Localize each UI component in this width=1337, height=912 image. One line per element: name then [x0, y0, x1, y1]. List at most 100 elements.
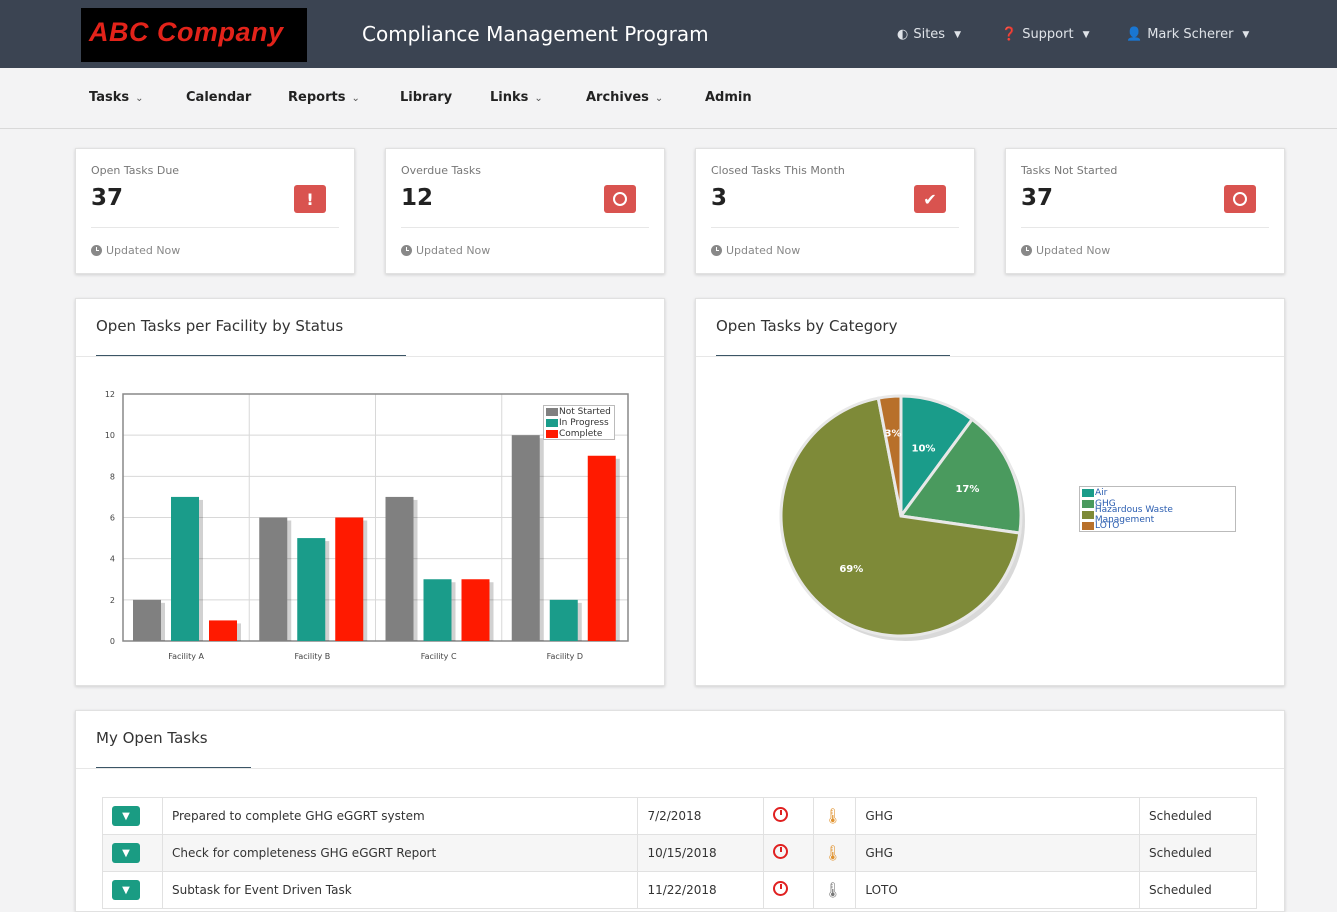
thermometer-icon: 🌡 — [823, 807, 843, 825]
task-status: Scheduled — [1139, 797, 1257, 835]
clock-icon — [773, 844, 789, 859]
legend-swatch — [546, 418, 558, 427]
priority-cell: 🌡 — [813, 797, 857, 835]
bar-in-progress — [297, 538, 326, 641]
divider — [91, 227, 339, 228]
nav-calendar[interactable]: Calendar — [186, 90, 251, 105]
open-tasks-panel: My Open Tasks ▼ Prepared to complete GHG… — [75, 710, 1285, 912]
x-tick-label: Facility B — [295, 652, 331, 661]
task-category: LOTO — [855, 871, 1140, 909]
table-row[interactable]: ▼ Prepared to complete GHG eGGRT system … — [102, 797, 1257, 835]
nav-label: Admin — [705, 90, 752, 105]
pie-slice-label: 69% — [839, 564, 863, 575]
app-title: Compliance Management Program — [362, 22, 709, 46]
stat-card-open-due: Open Tasks Due 37 ! Updated Now — [75, 148, 355, 274]
pie-slice-label: 10% — [911, 444, 935, 455]
stat-value: 12 — [401, 185, 434, 211]
legend-item[interactable]: Hazardous Waste Management — [1080, 505, 1235, 525]
divider — [401, 227, 649, 228]
nav-links[interactable]: Links ⌄ — [490, 90, 543, 105]
thermometer-icon: 🌡 — [823, 881, 843, 899]
legend-label: Complete — [559, 428, 603, 439]
bar-complete — [587, 455, 616, 641]
y-tick-label: 6 — [110, 514, 115, 523]
company-logo[interactable]: ABC Company — [81, 8, 307, 62]
panel-title: My Open Tasks — [96, 729, 208, 747]
legend-swatch — [1082, 488, 1094, 497]
x-tick-label: Facility A — [168, 652, 204, 661]
nav-reports[interactable]: Reports ⌄ — [288, 90, 360, 105]
y-tick-label: 8 — [110, 472, 115, 481]
globe-icon: ◐ — [897, 27, 909, 42]
task-name[interactable]: Subtask for Event Driven Task — [161, 871, 639, 909]
priority-cell: 🌡 — [813, 834, 857, 872]
sites-menu[interactable]: ◐ Sites ▼ — [897, 27, 961, 42]
bar-not-started — [385, 496, 414, 641]
updated-text: Updated Now — [1036, 244, 1111, 257]
task-name[interactable]: Check for completeness GHG eGGRT Report — [161, 834, 639, 872]
table-row[interactable]: ▼ Check for completeness GHG eGGRT Repor… — [102, 834, 1257, 872]
chevron-down-icon: ⌄ — [654, 93, 664, 104]
bar-complete — [209, 620, 237, 641]
legend-item[interactable]: Air — [1080, 487, 1235, 498]
updated-text: Updated Now — [416, 244, 491, 257]
legend-label: LOTO — [1095, 520, 1120, 531]
stat-card-overdue: Overdue Tasks 12 Updated Now — [385, 148, 665, 274]
x-tick-label: Facility D — [547, 652, 583, 661]
legend-item: In Progress — [544, 417, 614, 428]
support-menu[interactable]: ❓ Support ▼ — [1001, 27, 1090, 42]
row-dropdown-button[interactable]: ▼ — [112, 880, 140, 900]
nav-label: Reports — [288, 90, 346, 105]
exclamation-icon: ! — [294, 185, 326, 213]
table-row[interactable]: ▼ Subtask for Event Driven Task 11/22/20… — [102, 871, 1257, 909]
task-category: GHG — [855, 797, 1140, 835]
bar-in-progress — [171, 496, 199, 641]
stat-value: 3 — [711, 185, 728, 211]
chevron-down-icon: ⌄ — [351, 93, 360, 104]
chevron-down-icon: ⌄ — [534, 93, 543, 104]
task-name[interactable]: Prepared to complete GHG eGGRT system — [161, 797, 639, 835]
task-date: 11/22/2018 — [637, 871, 765, 909]
nav-library[interactable]: Library — [400, 90, 452, 105]
bar-in-progress — [423, 579, 452, 641]
bar-legend: Not Started In Progress Complete — [543, 405, 615, 440]
user-icon: 👤 — [1126, 27, 1143, 42]
clock-icon — [91, 245, 102, 256]
nav-archives[interactable]: Archives ⌄ — [586, 90, 663, 105]
bar-not-started — [259, 517, 288, 641]
pie-legend: Air GHG Hazardous Waste Management LOTO — [1079, 486, 1236, 532]
bar-chart-panel: Open Tasks per Facility by Status 024681… — [75, 298, 665, 686]
bar-complete — [461, 579, 490, 641]
row-dropdown-button[interactable]: ▼ — [112, 806, 140, 826]
stat-card-not-started: Tasks Not Started 37 Updated Now — [1005, 148, 1285, 274]
task-status: Scheduled — [1139, 834, 1257, 872]
y-tick-label: 10 — [105, 431, 115, 440]
stat-label: Closed Tasks This Month — [711, 164, 845, 177]
divider — [76, 768, 1284, 769]
bar-in-progress — [549, 599, 578, 641]
y-tick-label: 2 — [110, 596, 115, 605]
stat-value: 37 — [1021, 185, 1054, 211]
nav-admin[interactable]: Admin — [705, 90, 752, 105]
legend-swatch — [546, 407, 558, 416]
main-nav: Tasks ⌄ Calendar Reports ⌄ Library Links ⌄ … — [0, 68, 1337, 129]
pie-slice-label: 3% — [885, 428, 902, 439]
updated-text: Updated Now — [106, 244, 181, 257]
nav-tasks[interactable]: Tasks ⌄ — [89, 90, 143, 105]
row-dropdown-button[interactable]: ▼ — [112, 843, 140, 863]
sites-label: Sites — [913, 27, 946, 42]
legend-item: Not Started — [544, 406, 614, 417]
overdue-cell — [763, 834, 815, 872]
nav-label: Links — [490, 90, 529, 105]
divider — [1021, 227, 1269, 228]
updated-status: Updated Now — [711, 244, 800, 257]
overdue-cell — [763, 797, 815, 835]
stat-value: 37 — [91, 185, 124, 211]
row-action-cell: ▼ — [102, 834, 163, 872]
task-date: 10/15/2018 — [637, 834, 765, 872]
divider — [711, 227, 959, 228]
y-tick-label: 12 — [105, 390, 115, 399]
user-menu[interactable]: 👤 Mark Scherer ▼ — [1126, 27, 1249, 42]
legend-swatch — [546, 429, 558, 438]
bar-complete — [335, 517, 364, 641]
